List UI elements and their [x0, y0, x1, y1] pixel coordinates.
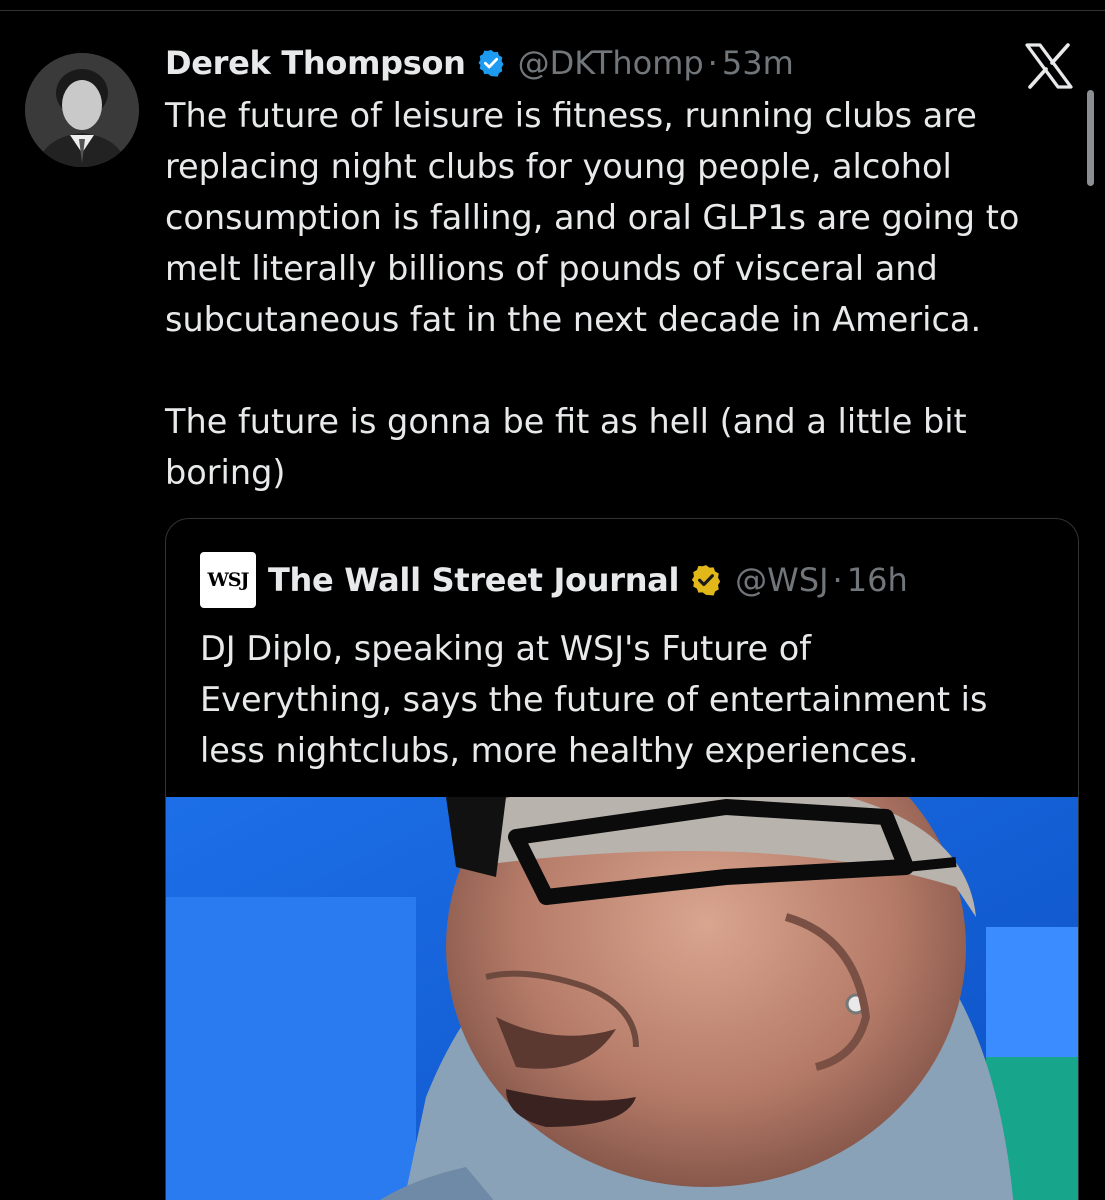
scrollbar[interactable] — [1087, 90, 1094, 186]
post-text: The future of leisure is fitness, runnin… — [165, 90, 1085, 498]
post-text-line: subcutaneous fat in the next decade in A… — [165, 300, 982, 339]
wsj-logo[interactable]: WSJ — [200, 552, 256, 608]
post-text-line: The future of leisure is fitness, runnin… — [165, 96, 977, 135]
gold-verified-badge-icon[interactable] — [689, 563, 723, 597]
quoted-post-text: DJ Diplo, speaking at WSJ's Future of Ev… — [200, 623, 1070, 776]
post-time[interactable]: 53m — [722, 44, 794, 82]
post-text-line: replacing night clubs for young people, … — [165, 147, 952, 186]
author-name[interactable]: Derek Thompson — [165, 44, 466, 82]
quoted-post-time[interactable]: 16h — [847, 561, 908, 599]
quoted-author-handle[interactable]: @WSJ — [735, 561, 828, 599]
post-header: Derek Thompson @DKThomp · 53m — [165, 38, 794, 88]
quoted-post-card[interactable]: WSJ The Wall Street Journal @WSJ · 16h D… — [165, 518, 1079, 1200]
top-divider — [0, 10, 1105, 11]
post-text-line: The future is gonna be fit as hell (and … — [165, 402, 967, 441]
quoted-text-line: DJ Diplo, speaking at WSJ's Future of — [200, 629, 812, 668]
separator-dot: · — [832, 561, 843, 599]
x-logo-icon — [1024, 43, 1074, 89]
post-text-line: melt literally billions of pounds of vis… — [165, 249, 938, 288]
author-avatar[interactable] — [25, 53, 139, 167]
post-text-line: consumption is falling, and oral GLP1s a… — [165, 198, 1020, 237]
post-text-line: boring) — [165, 453, 286, 492]
quoted-text-line: less nightclubs, more healthy experience… — [200, 731, 919, 770]
quoted-text-line: Everything, says the future of entertain… — [200, 680, 988, 719]
separator-dot: · — [707, 44, 718, 82]
quoted-author-name[interactable]: The Wall Street Journal — [268, 561, 679, 599]
author-handle[interactable]: @DKThomp — [518, 44, 704, 82]
verified-badge-icon[interactable] — [476, 48, 506, 78]
quoted-post-header: WSJ The Wall Street Journal @WSJ · 16h — [200, 552, 908, 608]
avatar-image — [25, 53, 139, 167]
video-thumbnail[interactable] — [166, 797, 1078, 1200]
